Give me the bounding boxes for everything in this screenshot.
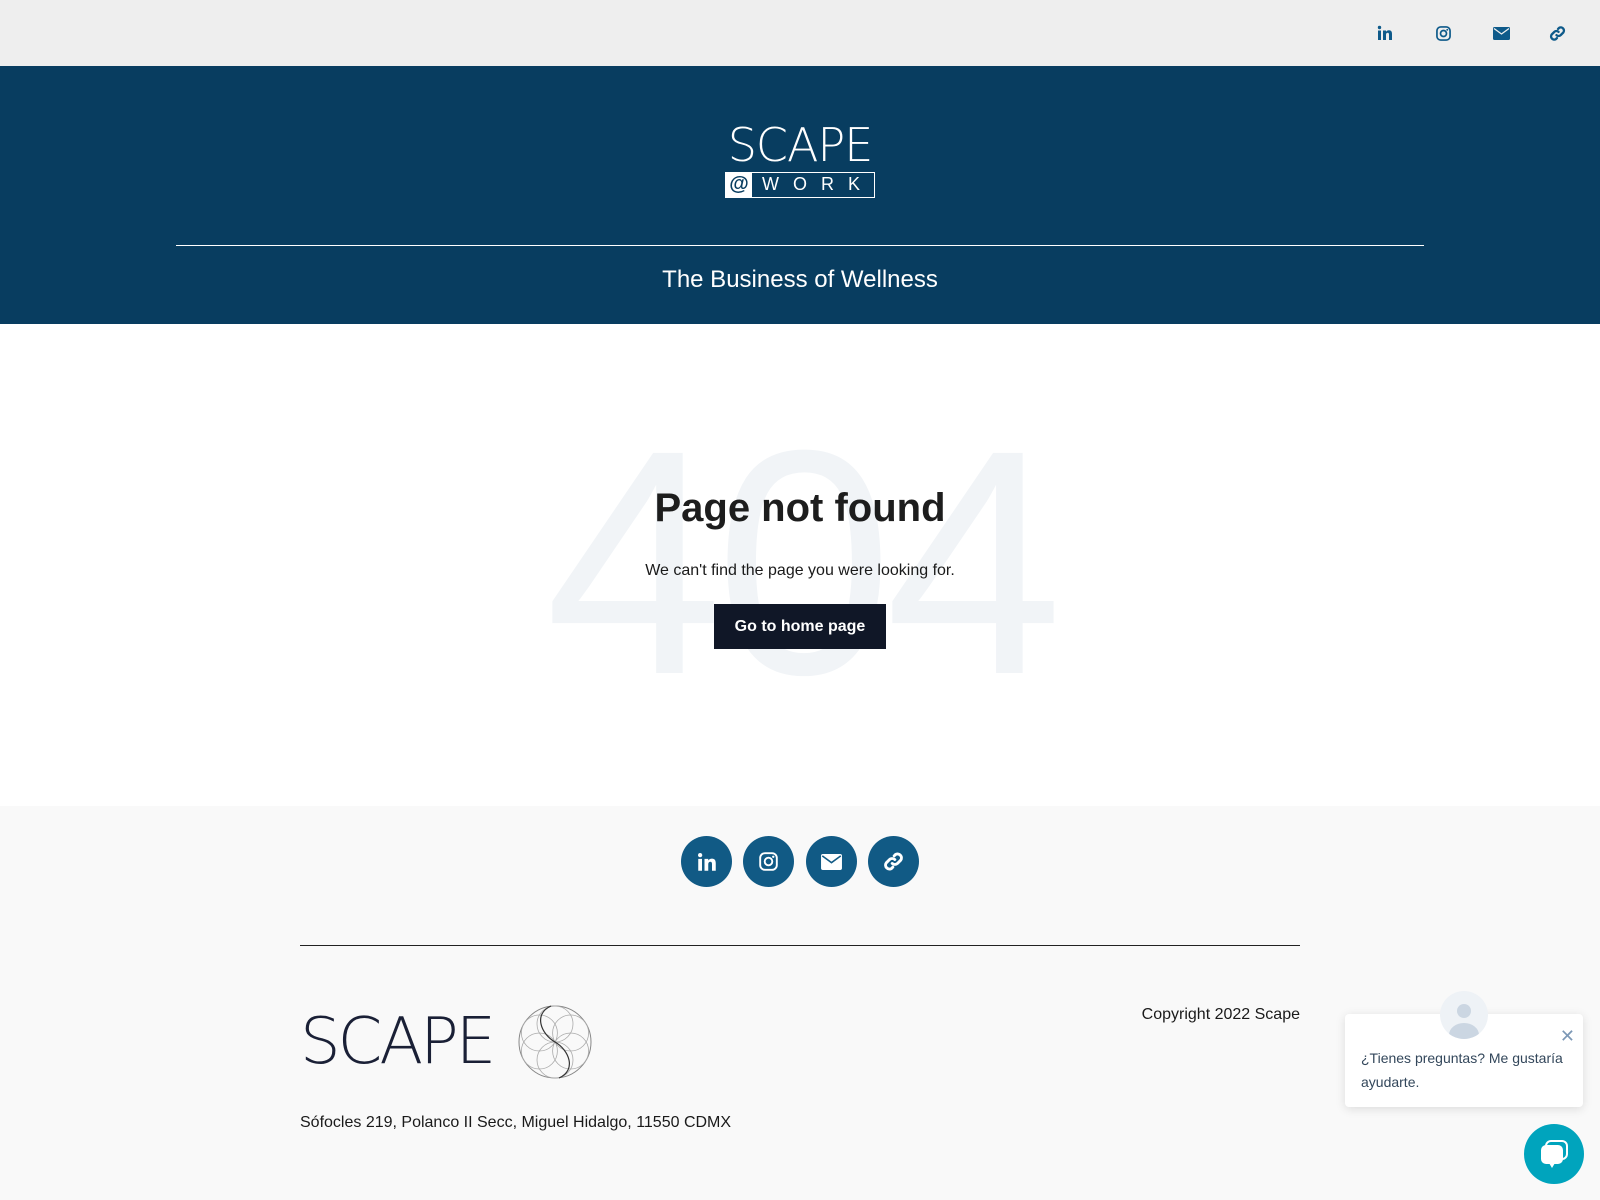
footer-email-link[interactable] <box>806 836 857 887</box>
email-link[interactable] <box>1488 20 1514 46</box>
instagram-link[interactable] <box>1430 20 1456 46</box>
instagram-icon <box>759 852 778 871</box>
chat-bubble-icon <box>1541 1140 1568 1168</box>
address: Sófocles 219, Polanco II Secc, Miguel Hi… <box>300 1114 732 1131</box>
copyright: Copyright 2022 Scape <box>1141 1006 1300 1023</box>
page-title: Page not found <box>654 486 946 530</box>
tagline: The Business of Wellness <box>662 266 938 293</box>
footer-logo: SCAPE <box>300 1004 593 1080</box>
logo-main-text: SCAPE <box>727 118 874 172</box>
email-icon <box>821 853 842 870</box>
close-icon[interactable]: ✕ <box>1560 1024 1575 1048</box>
instagram-icon <box>1435 25 1451 41</box>
chat-launcher-button[interactable] <box>1524 1124 1584 1184</box>
home-page-button[interactable]: Go to home page <box>714 604 886 649</box>
site-footer: SCAPE Copyright 2022 Scape Sófocles 219,… <box>0 806 1600 1200</box>
flower-of-life-icon <box>518 1005 592 1079</box>
linkedin-icon <box>1377 25 1392 40</box>
error-section: 404 Page not found We can't find the pag… <box>0 324 1600 806</box>
footer-linkedin-link[interactable] <box>681 836 732 887</box>
linkedin-link[interactable] <box>1372 20 1398 46</box>
scape-at-work-logo[interactable]: SCAPE @ WORK <box>725 122 875 198</box>
footer-instagram-link[interactable] <box>743 836 794 887</box>
website-link[interactable] <box>1544 20 1570 46</box>
logo-sub-text: WORK <box>762 174 874 194</box>
link-icon <box>884 852 903 871</box>
chat-message: ¿Tienes preguntas? Me gustaría ayudarte. <box>1361 1050 1563 1090</box>
footer-logo-text: SCAPE <box>300 1005 496 1079</box>
link-icon <box>1549 25 1565 41</box>
email-icon <box>1492 26 1510 40</box>
site-header: SCAPE @ WORK The Business of Wellness <box>0 66 1600 324</box>
error-message: We can't find the page you were looking … <box>645 562 955 579</box>
user-icon <box>1449 1004 1479 1039</box>
agent-avatar <box>1440 991 1488 1039</box>
top-bar <box>0 0 1600 66</box>
linkedin-icon <box>697 852 716 871</box>
header-divider <box>176 245 1424 246</box>
logo-at: @ <box>726 173 752 197</box>
footer-divider <box>300 945 1300 946</box>
footer-website-link[interactable] <box>868 836 919 887</box>
